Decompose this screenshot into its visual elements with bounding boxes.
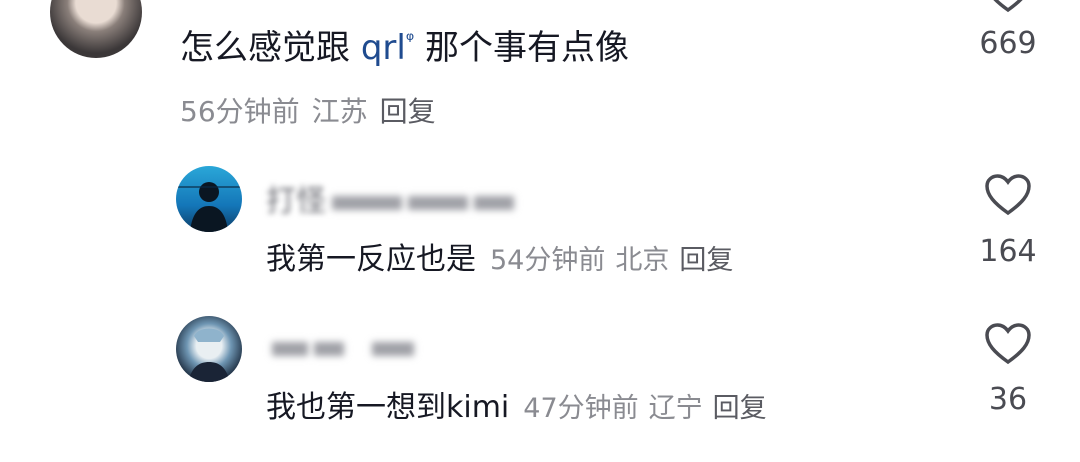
avatar[interactable]: [176, 166, 242, 232]
reply-item: 我第一反应也是 54分钟前 北京 回复: [266, 234, 733, 278]
reply-time: 54分钟前: [490, 245, 606, 276]
reply-location: 北京: [615, 245, 670, 276]
comment-text: 怎么感觉跟 qrlᵠ 那个事有点像: [180, 27, 629, 68]
reply-location: 辽宁: [648, 393, 703, 424]
heart-outline-icon[interactable]: [984, 322, 1032, 366]
like-count: 164: [979, 234, 1037, 269]
avatar[interactable]: [50, 0, 142, 58]
username-blurred[interactable]: 打怪: [266, 176, 514, 220]
reply-item: 我也第一想到kimi 47分钟前 辽宁 回复: [266, 382, 767, 426]
mention-link[interactable]: qrlᵠ: [361, 28, 414, 68]
reply-button[interactable]: 回复: [679, 245, 733, 276]
avatar[interactable]: [176, 316, 242, 382]
like-count: 669: [979, 26, 1037, 61]
like-count: 36: [988, 382, 1028, 417]
comment-location: 江苏: [311, 95, 368, 128]
comment-time: 56分钟前: [180, 95, 300, 128]
username-blurred[interactable]: [266, 330, 414, 365]
reply-text: 我也第一想到kimi: [266, 390, 510, 425]
reply-button[interactable]: 回复: [713, 393, 767, 424]
comment-meta: 56分钟前 江苏 回复: [180, 90, 436, 130]
heart-outline-icon[interactable]: [984, 0, 1032, 14]
reply-time: 47分钟前: [523, 393, 639, 424]
reply-button[interactable]: 回复: [380, 95, 436, 128]
heart-outline-icon[interactable]: [984, 173, 1032, 217]
reply-text: 我第一反应也是: [266, 242, 476, 277]
